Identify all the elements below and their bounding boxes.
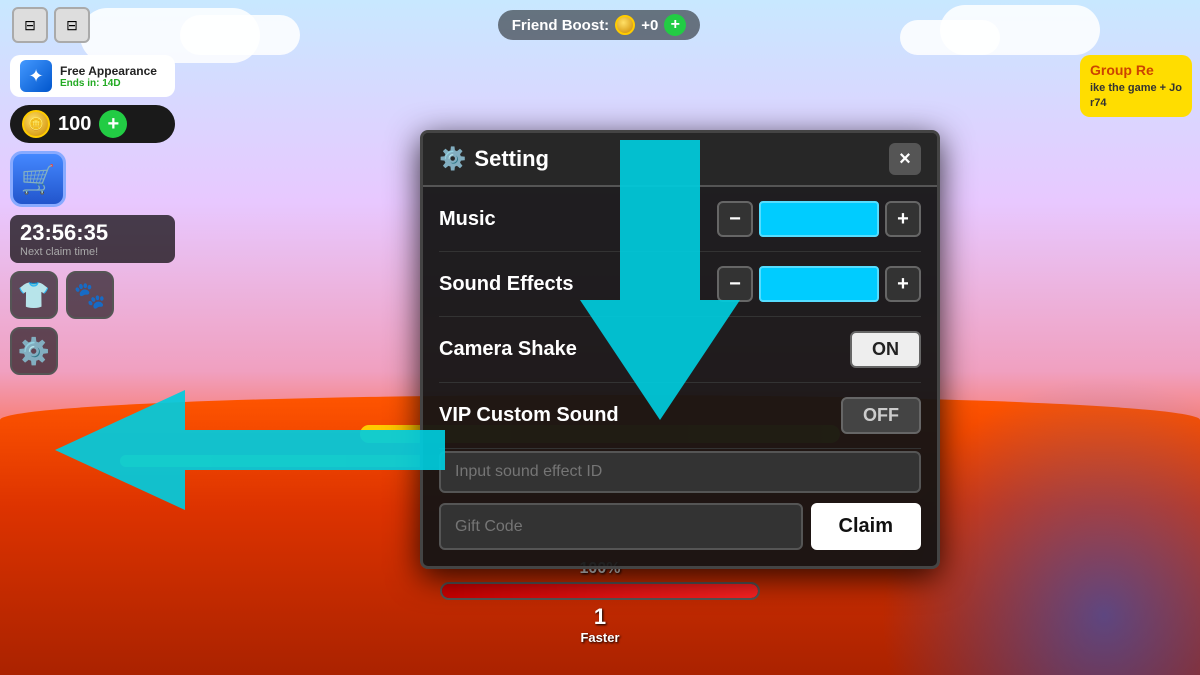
sound-effects-label: Sound Effects: [439, 273, 573, 296]
add-coins-button[interactable]: +: [99, 110, 127, 138]
speed-value: 1: [594, 604, 606, 630]
sound-effects-setting-row: Sound Effects − +: [439, 252, 921, 317]
clothing-button[interactable]: 👕: [10, 271, 58, 319]
modal-close-button[interactable]: ×: [889, 143, 921, 175]
character-button[interactable]: 🐾: [66, 271, 114, 319]
top-bar: ⊟ ⊟ Friend Boost: +0 +: [0, 0, 1200, 50]
speed-indicator: 1 Faster: [580, 604, 619, 645]
coin-display: 🪙 100 +: [10, 105, 175, 143]
friend-boost-add-button[interactable]: +: [664, 14, 686, 36]
sound-effects-control: − +: [717, 266, 921, 302]
camera-shake-toggle[interactable]: ON: [850, 331, 921, 368]
camera-shake-setting-row: Camera Shake ON: [439, 317, 921, 383]
bottom-bar: 100% 1 Faster: [440, 560, 760, 645]
timer-display: 23:56:35 Next claim time!: [10, 215, 175, 263]
minimize-button[interactable]: ⊟: [12, 7, 48, 43]
settings-modal: ⚙️ Setting × Music − + Sound Effects −: [420, 130, 940, 569]
friend-boost-label: Friend Boost:: [512, 17, 610, 34]
music-minus-button[interactable]: −: [717, 201, 753, 237]
window-button-2[interactable]: ⊟: [54, 7, 90, 43]
vip-sound-label: VIP Custom Sound: [439, 404, 619, 427]
window-controls: ⊟ ⊟: [12, 7, 90, 43]
sound-effect-id-input[interactable]: [439, 451, 921, 493]
coin-icon-small: [615, 15, 635, 35]
appearance-icon: ✦: [20, 60, 52, 92]
speed-label: Faster: [580, 630, 619, 645]
music-setting-row: Music − +: [439, 187, 921, 252]
group-reward-body: ike the game + Jo: [1090, 81, 1182, 96]
left-panel: ✦ Free Appearance Ends in: 14D 🪙 100 + 🛒…: [10, 55, 175, 375]
sound-effects-minus-button[interactable]: −: [717, 266, 753, 302]
gift-code-row: Claim: [439, 503, 921, 550]
sound-effects-plus-button[interactable]: +: [885, 266, 921, 302]
modal-title: ⚙️ Setting: [439, 146, 549, 172]
appearance-title: Free Appearance: [60, 64, 157, 78]
camera-shake-control: ON: [850, 331, 921, 368]
group-reward-number: r74: [1090, 96, 1182, 111]
sound-effects-slider[interactable]: [759, 266, 879, 302]
appearance-subtitle: Ends in: 14D: [60, 78, 157, 89]
action-icons: 👕 🐾: [10, 271, 175, 319]
settings-title-text: Setting: [474, 146, 549, 172]
music-slider[interactable]: [759, 201, 879, 237]
progress-fill: [442, 584, 758, 598]
music-label: Music: [439, 208, 496, 231]
coin-icon-large: 🪙: [22, 110, 50, 138]
appearance-text: Free Appearance Ends in: 14D: [60, 64, 157, 89]
shop-cart-button[interactable]: 🛒: [10, 151, 66, 207]
claim-button[interactable]: Claim: [811, 503, 921, 550]
progress-bar: [440, 582, 760, 600]
timer-value: 23:56:35: [20, 220, 165, 246]
modal-header: ⚙️ Setting ×: [423, 133, 937, 187]
vip-sound-toggle[interactable]: OFF: [841, 397, 921, 434]
vip-sound-control: OFF: [841, 397, 921, 434]
friend-boost-value: +0: [641, 17, 658, 34]
music-control: − +: [717, 201, 921, 237]
settings-gear-button[interactable]: ⚙️: [10, 327, 58, 375]
group-reward-title: Group Re: [1090, 61, 1182, 81]
group-reward-panel[interactable]: Group Re ike the game + Jo r74: [1080, 55, 1192, 117]
settings-gear-icon: ⚙️: [439, 146, 466, 172]
camera-shake-label: Camera Shake: [439, 338, 577, 361]
modal-body: Music − + Sound Effects − + Camera Shake: [423, 187, 937, 566]
coin-amount: 100: [58, 113, 91, 136]
vip-sound-setting-row: VIP Custom Sound OFF: [439, 383, 921, 449]
free-appearance-badge: ✦ Free Appearance Ends in: 14D: [10, 55, 175, 97]
gift-code-input[interactable]: [439, 503, 803, 550]
music-plus-button[interactable]: +: [885, 201, 921, 237]
friend-boost-display: Friend Boost: +0 +: [498, 10, 701, 40]
timer-subtitle: Next claim time!: [20, 246, 165, 258]
